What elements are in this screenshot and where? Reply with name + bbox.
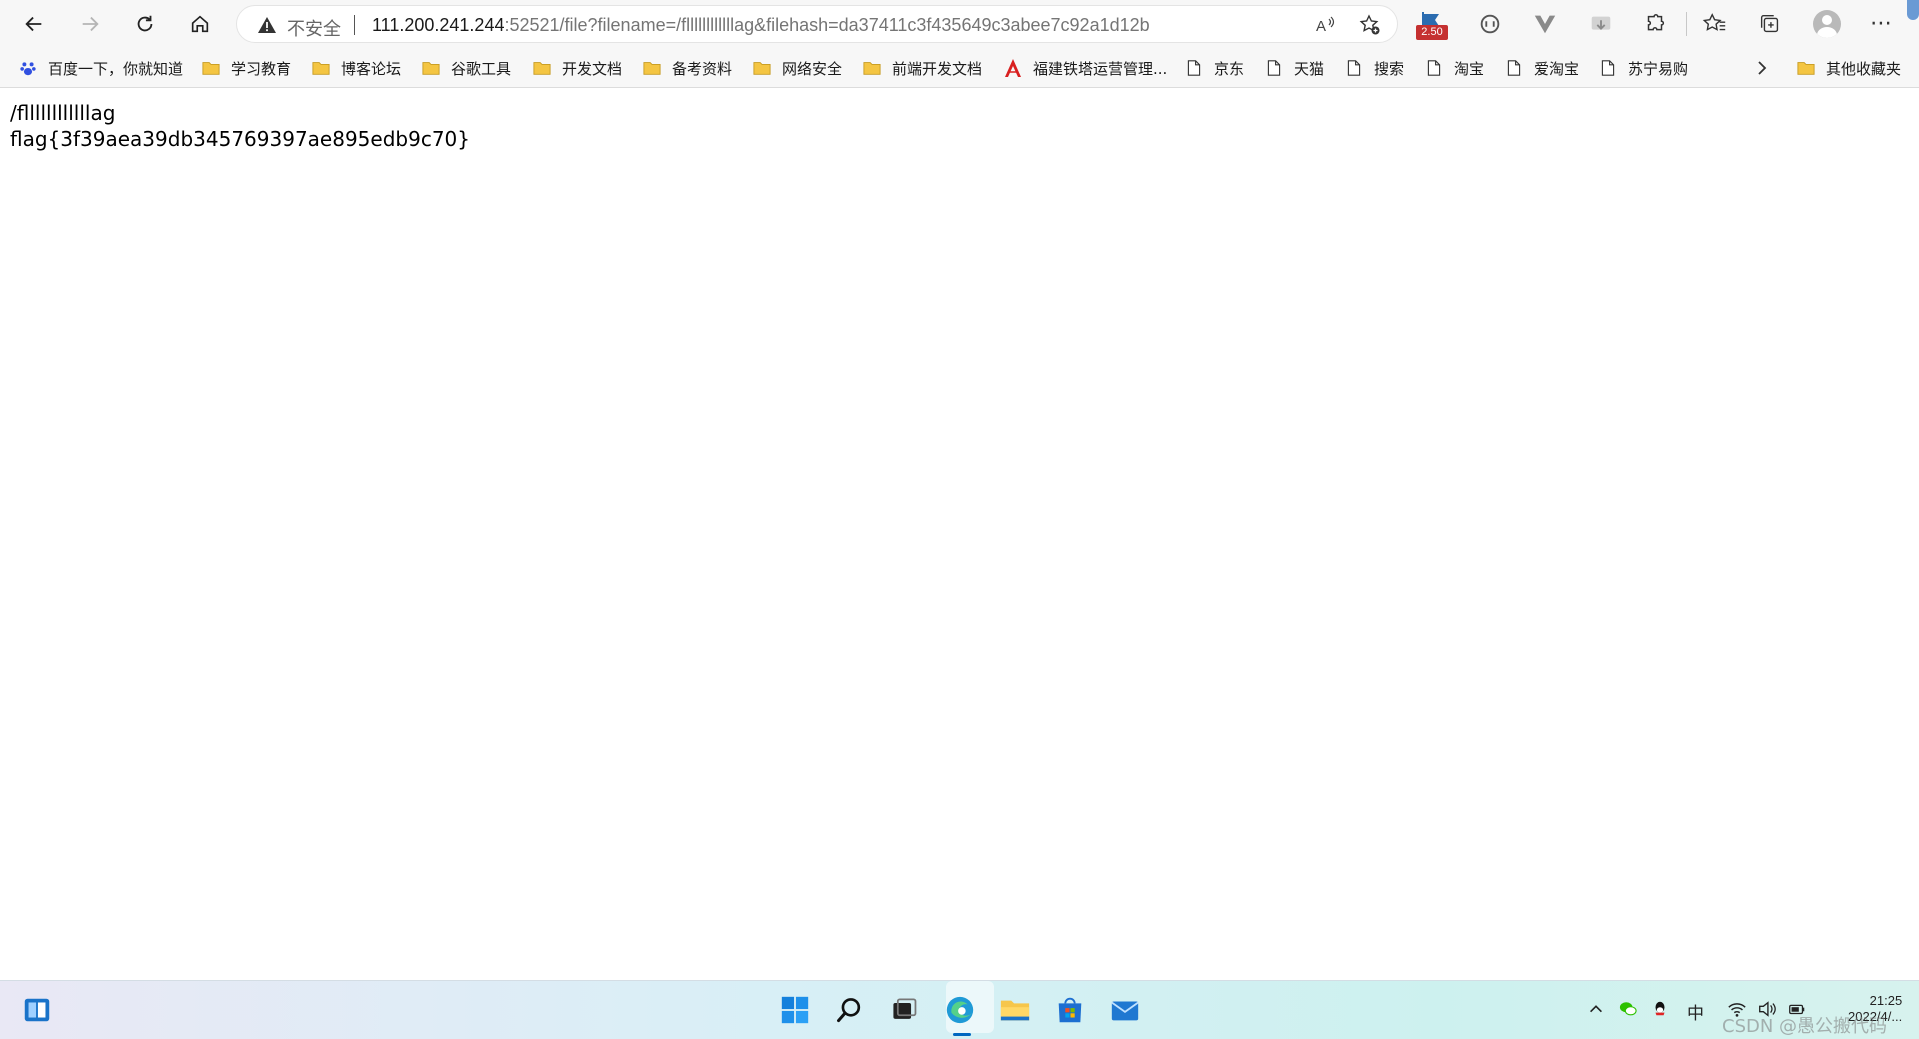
extension-download-icon[interactable] (1587, 10, 1615, 38)
folder-icon (862, 58, 882, 78)
address-bar[interactable]: 不安全 111.200.241.244:52521/file?filename=… (236, 5, 1398, 43)
favorite-search[interactable]: 搜索 (1344, 48, 1404, 88)
security-label[interactable]: 不安全 (287, 15, 341, 41)
favorite-label: 前端开发文档 (892, 59, 983, 78)
more-menu-icon[interactable]: ⋯ (1870, 10, 1893, 36)
windows-start-icon[interactable] (778, 993, 812, 1027)
favorite-label: 谷歌工具 (451, 59, 512, 78)
favorite-label: 淘宝 (1454, 59, 1485, 78)
page-icon (1598, 58, 1618, 78)
favorite-folder-study[interactable]: 学习教育 (201, 48, 291, 88)
page-icon (1424, 58, 1444, 78)
folder-icon (201, 58, 221, 78)
watermark-text: CSDN @愚公搬代码 (1722, 1016, 1888, 1037)
page-icon (1344, 58, 1364, 78)
extension-circle-icon[interactable] (1476, 10, 1504, 38)
widgets-icon[interactable] (20, 993, 54, 1027)
favorite-label: 天猫 (1294, 59, 1325, 78)
home-icon (191, 15, 209, 33)
folder-icon (311, 58, 331, 78)
page-icon (1184, 58, 1204, 78)
favorite-label: 京东 (1214, 59, 1245, 78)
favorite-taobao[interactable]: 淘宝 (1424, 48, 1484, 88)
favorite-label: 开发文档 (562, 59, 623, 78)
refresh-icon (137, 15, 153, 32)
forward-arrow-icon (82, 16, 99, 32)
folder-icon (421, 58, 441, 78)
favorite-folder-exam[interactable]: 备考资料 (642, 48, 732, 88)
toolbar-separator (1686, 12, 1687, 36)
chevron-right-icon[interactable] (1752, 58, 1772, 78)
search-icon[interactable] (833, 993, 867, 1027)
favorite-label: 苏宁易购 (1628, 59, 1689, 78)
favorite-folder-security[interactable]: 网络安全 (752, 48, 842, 88)
favorite-folder-blog[interactable]: 博客论坛 (311, 48, 401, 88)
favorite-label: 学习教育 (231, 59, 292, 78)
extension-vue-icon[interactable] (1531, 10, 1559, 38)
wechat-icon[interactable] (1616, 995, 1640, 1023)
ime-indicator[interactable]: 中 (1687, 999, 1704, 1024)
browser-toolbar: 不安全 111.200.241.244:52521/file?filename=… (0, 0, 1919, 48)
favorite-label: 搜索 (1374, 59, 1405, 78)
clock-time: 21:25 (1869, 993, 1903, 1008)
taskbar: 中 21:25 2022/4/... (0, 980, 1919, 1039)
microsoft-store-icon[interactable] (1053, 993, 1087, 1027)
favorite-suning[interactable]: 苏宁易购 (1598, 48, 1688, 88)
paw-icon (18, 58, 38, 78)
address-separator (354, 15, 355, 35)
back-arrow-icon (25, 16, 42, 32)
favorite-folder-devdocs[interactable]: 开发文档 (532, 48, 622, 88)
favorite-jd[interactable]: 京东 (1184, 48, 1244, 88)
forward-button[interactable] (72, 6, 108, 42)
chevron-up-icon[interactable] (1584, 995, 1608, 1023)
warning-icon (258, 17, 276, 33)
favorite-aitaobao[interactable]: 爱淘宝 (1504, 48, 1579, 88)
flag-text: flag{3f39aea39db345769397ae895edb9c70} (10, 127, 470, 151)
page-content: /fllllllllllllag flag{3f39aea39db3457693… (10, 100, 470, 152)
folder-icon (642, 58, 662, 78)
favorite-tower[interactable]: 福建铁塔运营管理... (1003, 48, 1167, 88)
favorite-label: 网络安全 (782, 59, 843, 78)
active-app-indicator (953, 1033, 971, 1036)
task-view-icon[interactable] (887, 993, 921, 1027)
tower-icon (1003, 58, 1023, 78)
folder-icon (752, 58, 772, 78)
back-button[interactable] (16, 6, 52, 42)
favorite-label: 爱淘宝 (1534, 59, 1580, 78)
profile-avatar[interactable] (1813, 10, 1841, 38)
file-path-text: /fllllllllllllag (10, 101, 116, 125)
refresh-button[interactable] (127, 6, 163, 42)
edge-browser-icon[interactable] (943, 993, 977, 1027)
qq-icon[interactable] (1648, 995, 1672, 1023)
url-text[interactable]: 111.200.241.244:52521/file?filename=/fll… (372, 15, 1150, 36)
svg-text:A: A (1316, 18, 1326, 35)
favorite-tmall[interactable]: 天猫 (1264, 48, 1324, 88)
favorites-bar: 百度一下，你就知道 学习教育 博客论坛 谷歌工具 开发文档 备考资料 网络安全 … (0, 48, 1919, 88)
favorite-folder-frontend[interactable]: 前端开发文档 (862, 48, 982, 88)
mail-icon[interactable] (1108, 993, 1142, 1027)
extensions-puzzle-icon[interactable] (1641, 10, 1669, 38)
url-host: 111.200.241.244 (372, 15, 505, 35)
favorites-icon[interactable] (1701, 10, 1729, 38)
favorite-label: 福建铁塔运营管理... (1033, 59, 1168, 78)
favorite-label: 其他收藏夹 (1826, 59, 1902, 78)
favorite-label: 百度一下，你就知道 (48, 59, 184, 78)
home-button[interactable] (182, 6, 218, 42)
url-path: :52521/file?filename=/fllllllllllllag&fi… (504, 15, 1150, 35)
page-icon (1504, 58, 1524, 78)
favorite-folder-google[interactable]: 谷歌工具 (421, 48, 511, 88)
file-explorer-icon[interactable] (998, 993, 1032, 1027)
folder-icon (532, 58, 552, 78)
add-favorite-icon[interactable] (1359, 14, 1381, 36)
read-aloud-icon[interactable]: A (1315, 14, 1337, 36)
extension-badge: 2.50 (1416, 25, 1448, 40)
favorite-label: 备考资料 (672, 59, 733, 78)
favorite-label: 博客论坛 (341, 59, 402, 78)
favorite-baidu[interactable]: 百度一下，你就知道 (18, 48, 183, 88)
collections-icon[interactable] (1756, 10, 1784, 38)
page-icon (1264, 58, 1284, 78)
folder-icon (1796, 58, 1816, 78)
favorite-other-folder[interactable]: 其他收藏夹 (1796, 48, 1901, 88)
scroll-indicator (1907, 0, 1919, 20)
